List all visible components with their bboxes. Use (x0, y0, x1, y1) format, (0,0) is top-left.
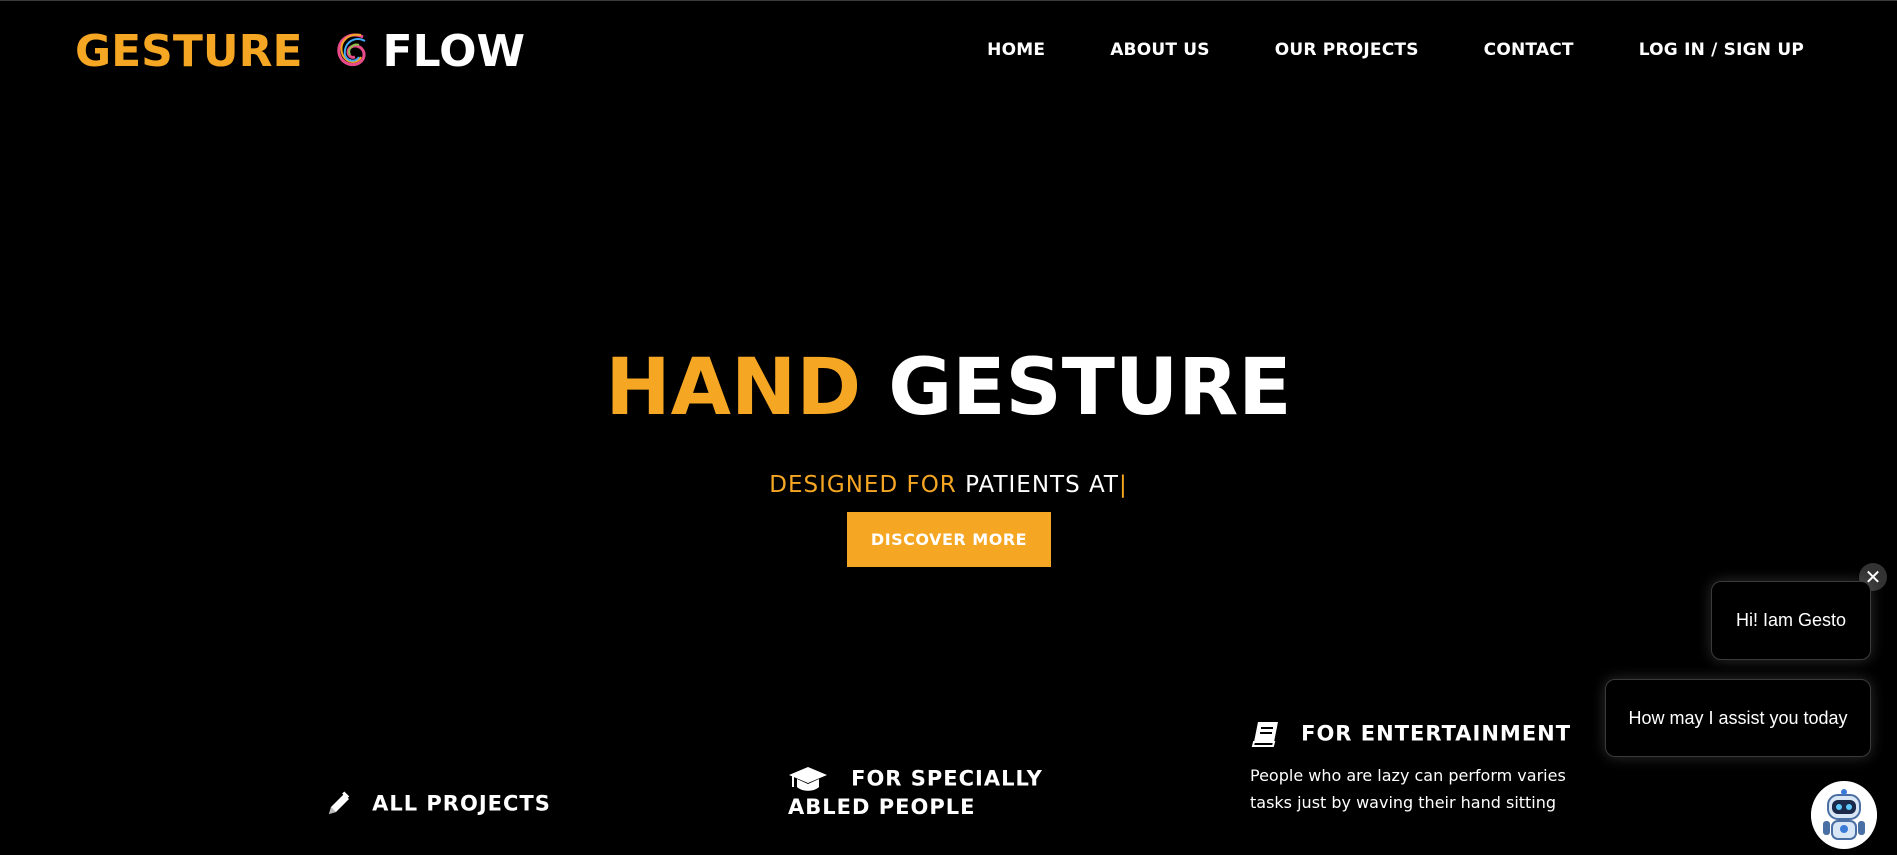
pencil-icon (325, 790, 367, 822)
feature-all-projects[interactable]: ALL PROJECTS (325, 790, 551, 822)
book-icon (1250, 720, 1296, 752)
nav-login-signup[interactable]: LOG IN / SIGN UP (1639, 40, 1804, 60)
feature-title-line2: ABLED PEOPLE (788, 795, 976, 819)
feature-description: People who are lazy can perform varies t… (1250, 766, 1566, 812)
nav-our-projects[interactable]: OUR PROJECTS (1275, 40, 1419, 60)
feature-title-line1: FOR SPECIALLY (851, 766, 1043, 791)
swirl-logo-icon (333, 31, 371, 71)
brand-word-flow: FLOW (382, 25, 526, 77)
hero-title-hand: HAND (605, 343, 862, 433)
subtitle-designed-for: DESIGNED FOR (769, 472, 957, 498)
nav-about-us[interactable]: ABOUT US (1110, 40, 1210, 60)
hero-subtitle: DESIGNED FOR PATIENTS AT| (0, 472, 1897, 498)
feature-entertainment[interactable]: FOR ENTERTAINMENT People who are lazy ca… (1250, 720, 1590, 816)
feature-title: ALL PROJECTS (372, 791, 551, 816)
brand-logo[interactable]: GESTURE FLOW (75, 25, 526, 77)
feature-title: FOR ENTERTAINMENT (1301, 721, 1572, 746)
brand-word-gesture: GESTURE (75, 25, 303, 77)
robot-avatar-icon[interactable] (1811, 781, 1877, 849)
typing-caret: | (1118, 472, 1128, 498)
subtitle-typed-text: PATIENTS AT (965, 472, 1119, 498)
feature-specially-abled[interactable]: FOR SPECIALLY ABLED PEOPLE (788, 765, 1043, 820)
nav-contact[interactable]: CONTACT (1484, 40, 1574, 60)
hero-title: HAND GESTURE (0, 343, 1897, 433)
nav-home[interactable]: HOME (987, 40, 1045, 60)
chat-bubble-assist: How may I assist you today (1605, 679, 1871, 757)
hero-title-gesture: GESTURE (888, 343, 1292, 433)
top-border (0, 0, 1897, 1)
main-nav: HOME ABOUT US OUR PROJECTS CONTACT LOG I… (922, 40, 1804, 60)
discover-more-button[interactable]: DISCOVER MORE (847, 512, 1051, 567)
graduation-cap-icon (788, 765, 846, 797)
chat-bubble-greeting: Hi! Iam Gesto (1711, 581, 1871, 660)
